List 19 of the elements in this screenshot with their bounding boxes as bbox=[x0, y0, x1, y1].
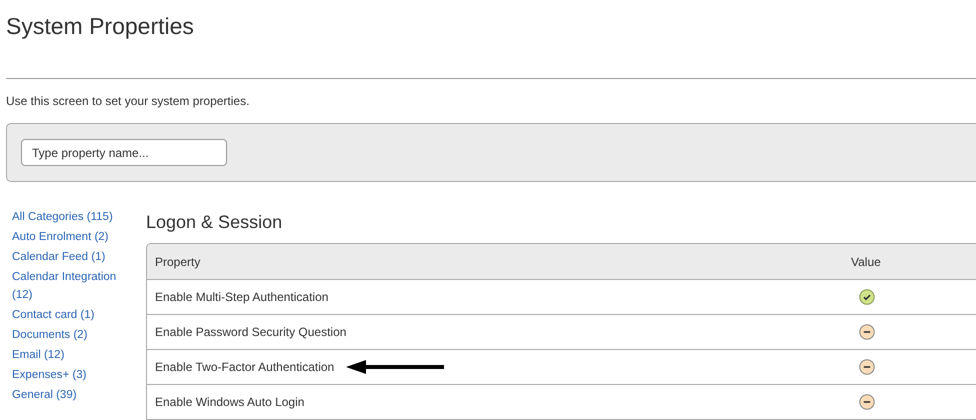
property-cell-text: Enable Password Security Question bbox=[155, 324, 346, 341]
category-link[interactable]: Contact card (1) bbox=[12, 306, 127, 324]
description-text: Use this screen to set your system properties. bbox=[5, 93, 250, 110]
property-cell-text: Enable Multi-Step Authentication bbox=[155, 289, 328, 306]
category-link[interactable]: Email (12) bbox=[12, 346, 127, 364]
category-link[interactable]: General (39) bbox=[12, 386, 127, 404]
property-cell-text: Enable Windows Auto Login bbox=[155, 394, 304, 411]
category-link[interactable]: Calendar Integration (12) bbox=[12, 268, 127, 304]
column-header: Property bbox=[154, 254, 202, 270]
category-link[interactable]: Expenses+ (3) bbox=[12, 366, 127, 384]
column-header: Value bbox=[851, 254, 881, 270]
property-cell-text: Enable Two-Factor Authentication bbox=[155, 359, 334, 376]
page-title: System Properties bbox=[5, 12, 195, 41]
section-title: Logon & Session bbox=[146, 211, 284, 234]
category-link[interactable]: Documents (2) bbox=[12, 326, 127, 344]
search-field[interactable]: Type property name... bbox=[21, 139, 227, 166]
category-link[interactable]: All Categories (115) bbox=[12, 208, 127, 226]
category-link[interactable]: Calendar Feed (1) bbox=[12, 248, 127, 266]
category-link[interactable]: Auto Enrolment (2) bbox=[12, 228, 127, 246]
